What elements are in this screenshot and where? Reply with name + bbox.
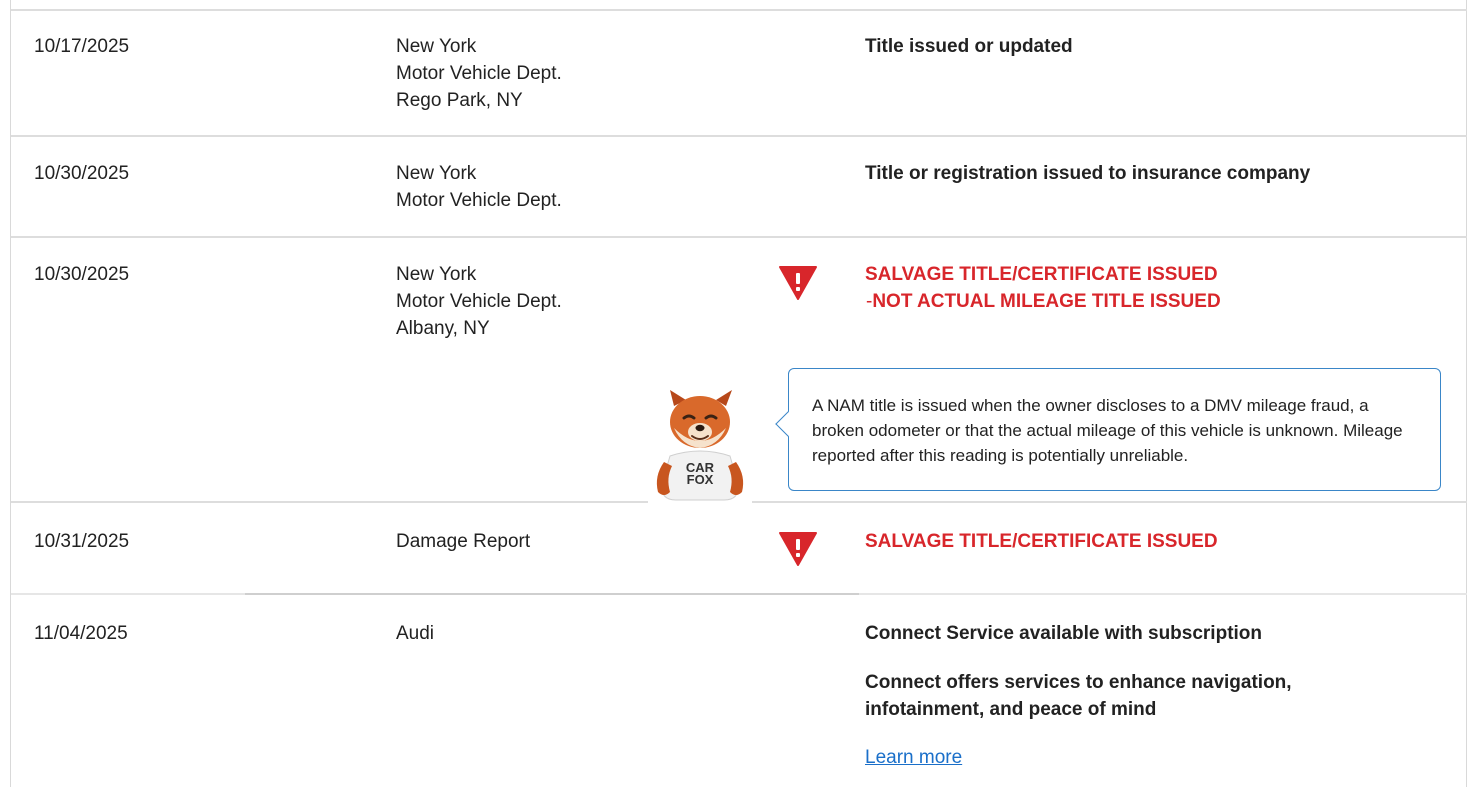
nam-alert-text: NOT ACTUAL MILEAGE TITLE ISSUED: [872, 291, 1221, 312]
source-line: New York: [396, 36, 477, 57]
row-divider: [11, 9, 1467, 11]
alert-shield-icon: [779, 266, 817, 300]
alert-shield-icon: [779, 532, 817, 566]
source-line: Albany, NY: [396, 318, 490, 339]
row-date: 11/04/2025: [34, 623, 128, 644]
history-table: 10/17/2025 New York Motor Vehicle Dept. …: [0, 0, 1467, 787]
learn-more-link[interactable]: Learn more: [865, 744, 962, 771]
carfox-mascot-icon: CAR FOX: [656, 390, 744, 501]
tooltip-arrow: [775, 411, 801, 437]
row-source: Damage Report: [396, 528, 530, 555]
source-line: Motor Vehicle Dept.: [396, 190, 562, 211]
nam-alert-line: -NOT ACTUAL MILEAGE TITLE ISSUED: [866, 288, 1221, 315]
source-line: Rego Park, NY: [396, 90, 523, 111]
salvage-alert-text: SALVAGE TITLE/CERTIFICATE ISSUED: [865, 264, 1218, 285]
tooltip-text: A NAM title is issued when the owner dis…: [812, 396, 1403, 465]
source-line: Damage Report: [396, 531, 531, 552]
source-line: Motor Vehicle Dept.: [396, 291, 562, 312]
table-left-border: [10, 0, 11, 787]
nam-info-tooltip: A NAM title is issued when the owner dis…: [775, 368, 1441, 491]
row-divider: [11, 501, 648, 503]
row-source: New York Motor Vehicle Dept. Albany, NY: [396, 261, 562, 342]
row-comment: Connect offers services to enhance navig…: [865, 672, 1292, 693]
row-date: 10/30/2025: [34, 264, 130, 285]
row-divider: [11, 236, 1467, 238]
row-date: 10/31/2025: [34, 531, 130, 552]
source-line: Audi: [396, 623, 435, 644]
row-date: 10/30/2025: [34, 163, 130, 184]
row-source: Audi: [396, 620, 434, 647]
row-comment: Title or registration issued to insuranc…: [865, 163, 1311, 184]
salvage-alert-text: SALVAGE TITLE/CERTIFICATE ISSUED: [865, 531, 1218, 552]
row-divider: [11, 135, 1467, 137]
source-line: Motor Vehicle Dept.: [396, 63, 562, 84]
row-date: 10/17/2025: [34, 36, 130, 57]
row-comment: infotainment, and peace of mind: [865, 699, 1157, 720]
row-comment: Title issued or updated: [865, 36, 1073, 57]
row-source: New York Motor Vehicle Dept. Rego Park, …: [396, 33, 562, 114]
row-divider-accent: [245, 593, 859, 595]
row-source: New York Motor Vehicle Dept.: [396, 160, 562, 214]
source-line: New York: [396, 163, 477, 184]
source-line: New York: [396, 264, 477, 285]
row-divider: [752, 501, 1467, 503]
row-comment: Connect Service available with subscript…: [865, 623, 1263, 644]
shirt-text-fox: FOX: [687, 472, 714, 487]
